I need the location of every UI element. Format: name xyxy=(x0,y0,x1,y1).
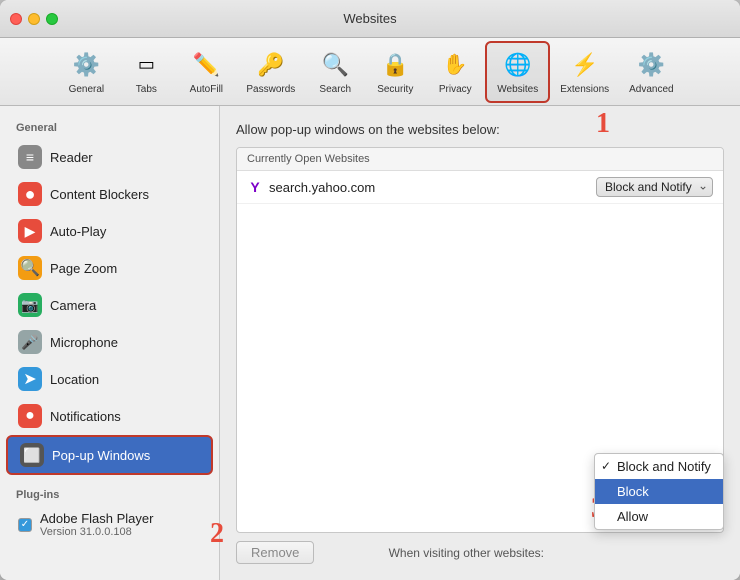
sidebar-item-camera[interactable]: 📷 Camera xyxy=(6,287,213,323)
toolbar-advanced-label: Advanced xyxy=(629,84,673,95)
main-content: General ≡ Reader ● Content Blockers ▶ Au… xyxy=(0,106,740,580)
toolbar-websites-label: Websites xyxy=(497,84,538,95)
general-icon: ⚙️ xyxy=(70,49,102,81)
dropdown-item-allow[interactable]: Allow xyxy=(595,504,723,529)
dropdown-menu: Block and Notify Block Allow xyxy=(594,453,724,530)
sidebar-item-location[interactable]: ➤ Location xyxy=(6,361,213,397)
toolbar-autofill-label: AutoFill xyxy=(190,84,223,95)
plugins-section: Plug-ins ✓ Adobe Flash Player Version 31… xyxy=(0,483,219,543)
security-icon: 🔒 xyxy=(379,49,411,81)
flash-text: Adobe Flash Player Version 31.0.0.108 xyxy=(40,511,153,538)
sidebar-location-label: Location xyxy=(50,372,99,387)
right-panel: Allow pop-up windows on the websites bel… xyxy=(220,106,740,580)
panel-title: Allow pop-up windows on the websites bel… xyxy=(236,122,724,137)
toolbar-autofill[interactable]: ✏️ AutoFill xyxy=(176,43,236,101)
toolbar-security[interactable]: 🔒 Security xyxy=(365,43,425,101)
sidebar-item-popup-windows[interactable]: ⬜ Pop-up Windows xyxy=(6,435,213,475)
privacy-icon: ✋ xyxy=(439,49,471,81)
passwords-icon: 🔑 xyxy=(255,49,287,81)
table-row[interactable]: Y search.yahoo.com Block and Notify Bloc… xyxy=(237,171,723,204)
table-header: Currently Open Websites xyxy=(237,148,723,171)
toolbar-websites[interactable]: 🌐 Websites xyxy=(485,41,550,103)
sidebar-page-zoom-label: Page Zoom xyxy=(50,261,117,276)
toolbar-privacy[interactable]: ✋ Privacy xyxy=(425,43,485,101)
dropdown-allow-label: Allow xyxy=(617,509,648,524)
sidebar-reader-label: Reader xyxy=(50,150,93,165)
flash-name: Adobe Flash Player xyxy=(40,511,153,526)
toolbar-extensions[interactable]: ⚡ Extensions xyxy=(550,43,619,101)
sidebar-autoplay-label: Auto-Play xyxy=(50,224,106,239)
notifications-icon: ● xyxy=(18,404,42,428)
toolbar-general-label: General xyxy=(69,84,105,95)
flash-checkbox[interactable]: ✓ xyxy=(18,518,32,532)
toolbar-privacy-label: Privacy xyxy=(439,84,472,95)
other-websites-label: When visiting other websites: xyxy=(389,546,544,560)
sidebar-item-microphone[interactable]: 🎤 Microphone xyxy=(6,324,213,360)
close-button[interactable] xyxy=(10,13,22,25)
site-policy: Block and Notify Block Allow xyxy=(596,177,713,197)
toolbar-tabs[interactable]: ▭ Tabs xyxy=(116,43,176,101)
toolbar-passwords-label: Passwords xyxy=(246,84,295,95)
popup-icon: ⬜ xyxy=(20,443,44,467)
toolbar-extensions-label: Extensions xyxy=(560,84,609,95)
policy-select-wrapper: Block and Notify Block Allow xyxy=(596,177,713,197)
sidebar-item-content-blockers[interactable]: ● Content Blockers xyxy=(6,176,213,212)
flash-version: Version 31.0.0.108 xyxy=(40,526,153,538)
toolbar-tabs-label: Tabs xyxy=(136,84,157,95)
sidebar-item-page-zoom[interactable]: 🔍 Page Zoom xyxy=(6,250,213,286)
autoplay-icon: ▶ xyxy=(18,219,42,243)
sidebar-notifications-label: Notifications xyxy=(50,409,121,424)
sidebar-item-notifications[interactable]: ● Notifications xyxy=(6,398,213,434)
minimize-button[interactable] xyxy=(28,13,40,25)
reader-icon: ≡ xyxy=(18,145,42,169)
toolbar-general[interactable]: ⚙️ General xyxy=(56,43,116,101)
maximize-button[interactable] xyxy=(46,13,58,25)
dropdown-item-block-notify[interactable]: Block and Notify xyxy=(595,454,723,479)
sidebar-content-blockers-label: Content Blockers xyxy=(50,187,149,202)
remove-button[interactable]: Remove xyxy=(236,541,314,564)
page-zoom-icon: 🔍 xyxy=(18,256,42,280)
site-name: search.yahoo.com xyxy=(269,180,596,195)
websites-icon: 🌐 xyxy=(502,49,534,81)
autofill-icon: ✏️ xyxy=(190,49,222,81)
camera-icon: 📷 xyxy=(18,293,42,317)
sidebar-popup-label: Pop-up Windows xyxy=(52,448,150,463)
advanced-icon: ⚙️ xyxy=(635,49,667,81)
extensions-icon: ⚡ xyxy=(569,49,601,81)
search-icon: 🔍 xyxy=(319,49,351,81)
sidebar-item-auto-play[interactable]: ▶ Auto-Play xyxy=(6,213,213,249)
general-section-label: General xyxy=(0,116,219,138)
dropdown-block-notify-label: Block and Notify xyxy=(617,459,711,474)
sidebar-item-reader[interactable]: ≡ Reader xyxy=(6,139,213,175)
flash-plugin-item: ✓ Adobe Flash Player Version 31.0.0.108 xyxy=(6,506,213,543)
safari-preferences-window: Websites ⚙️ General ▭ Tabs ✏️ AutoFill 🔑… xyxy=(0,0,740,580)
dropdown-item-block[interactable]: Block xyxy=(595,479,723,504)
toolbar: ⚙️ General ▭ Tabs ✏️ AutoFill 🔑 Password… xyxy=(0,38,740,106)
toolbar-advanced[interactable]: ⚙️ Advanced xyxy=(619,43,683,101)
tabs-icon: ▭ xyxy=(130,49,162,81)
toolbar-search[interactable]: 🔍 Search xyxy=(305,43,365,101)
sidebar: General ≡ Reader ● Content Blockers ▶ Au… xyxy=(0,106,220,580)
site-favicon: Y xyxy=(247,179,263,195)
traffic-lights xyxy=(10,13,58,25)
sidebar-camera-label: Camera xyxy=(50,298,96,313)
window-title: Websites xyxy=(343,11,396,26)
toolbar-search-label: Search xyxy=(319,84,351,95)
location-icon: ➤ xyxy=(18,367,42,391)
policy-select[interactable]: Block and Notify Block Allow xyxy=(596,177,713,197)
plugins-section-label: Plug-ins xyxy=(0,483,219,505)
toolbar-security-label: Security xyxy=(377,84,413,95)
bottom-bar: Remove When visiting other websites: xyxy=(236,533,724,564)
toolbar-passwords[interactable]: 🔑 Passwords xyxy=(236,43,305,101)
content-blockers-icon: ● xyxy=(18,182,42,206)
sidebar-microphone-label: Microphone xyxy=(50,335,118,350)
microphone-icon: 🎤 xyxy=(18,330,42,354)
title-bar: Websites xyxy=(0,0,740,38)
dropdown-block-label: Block xyxy=(617,484,649,499)
